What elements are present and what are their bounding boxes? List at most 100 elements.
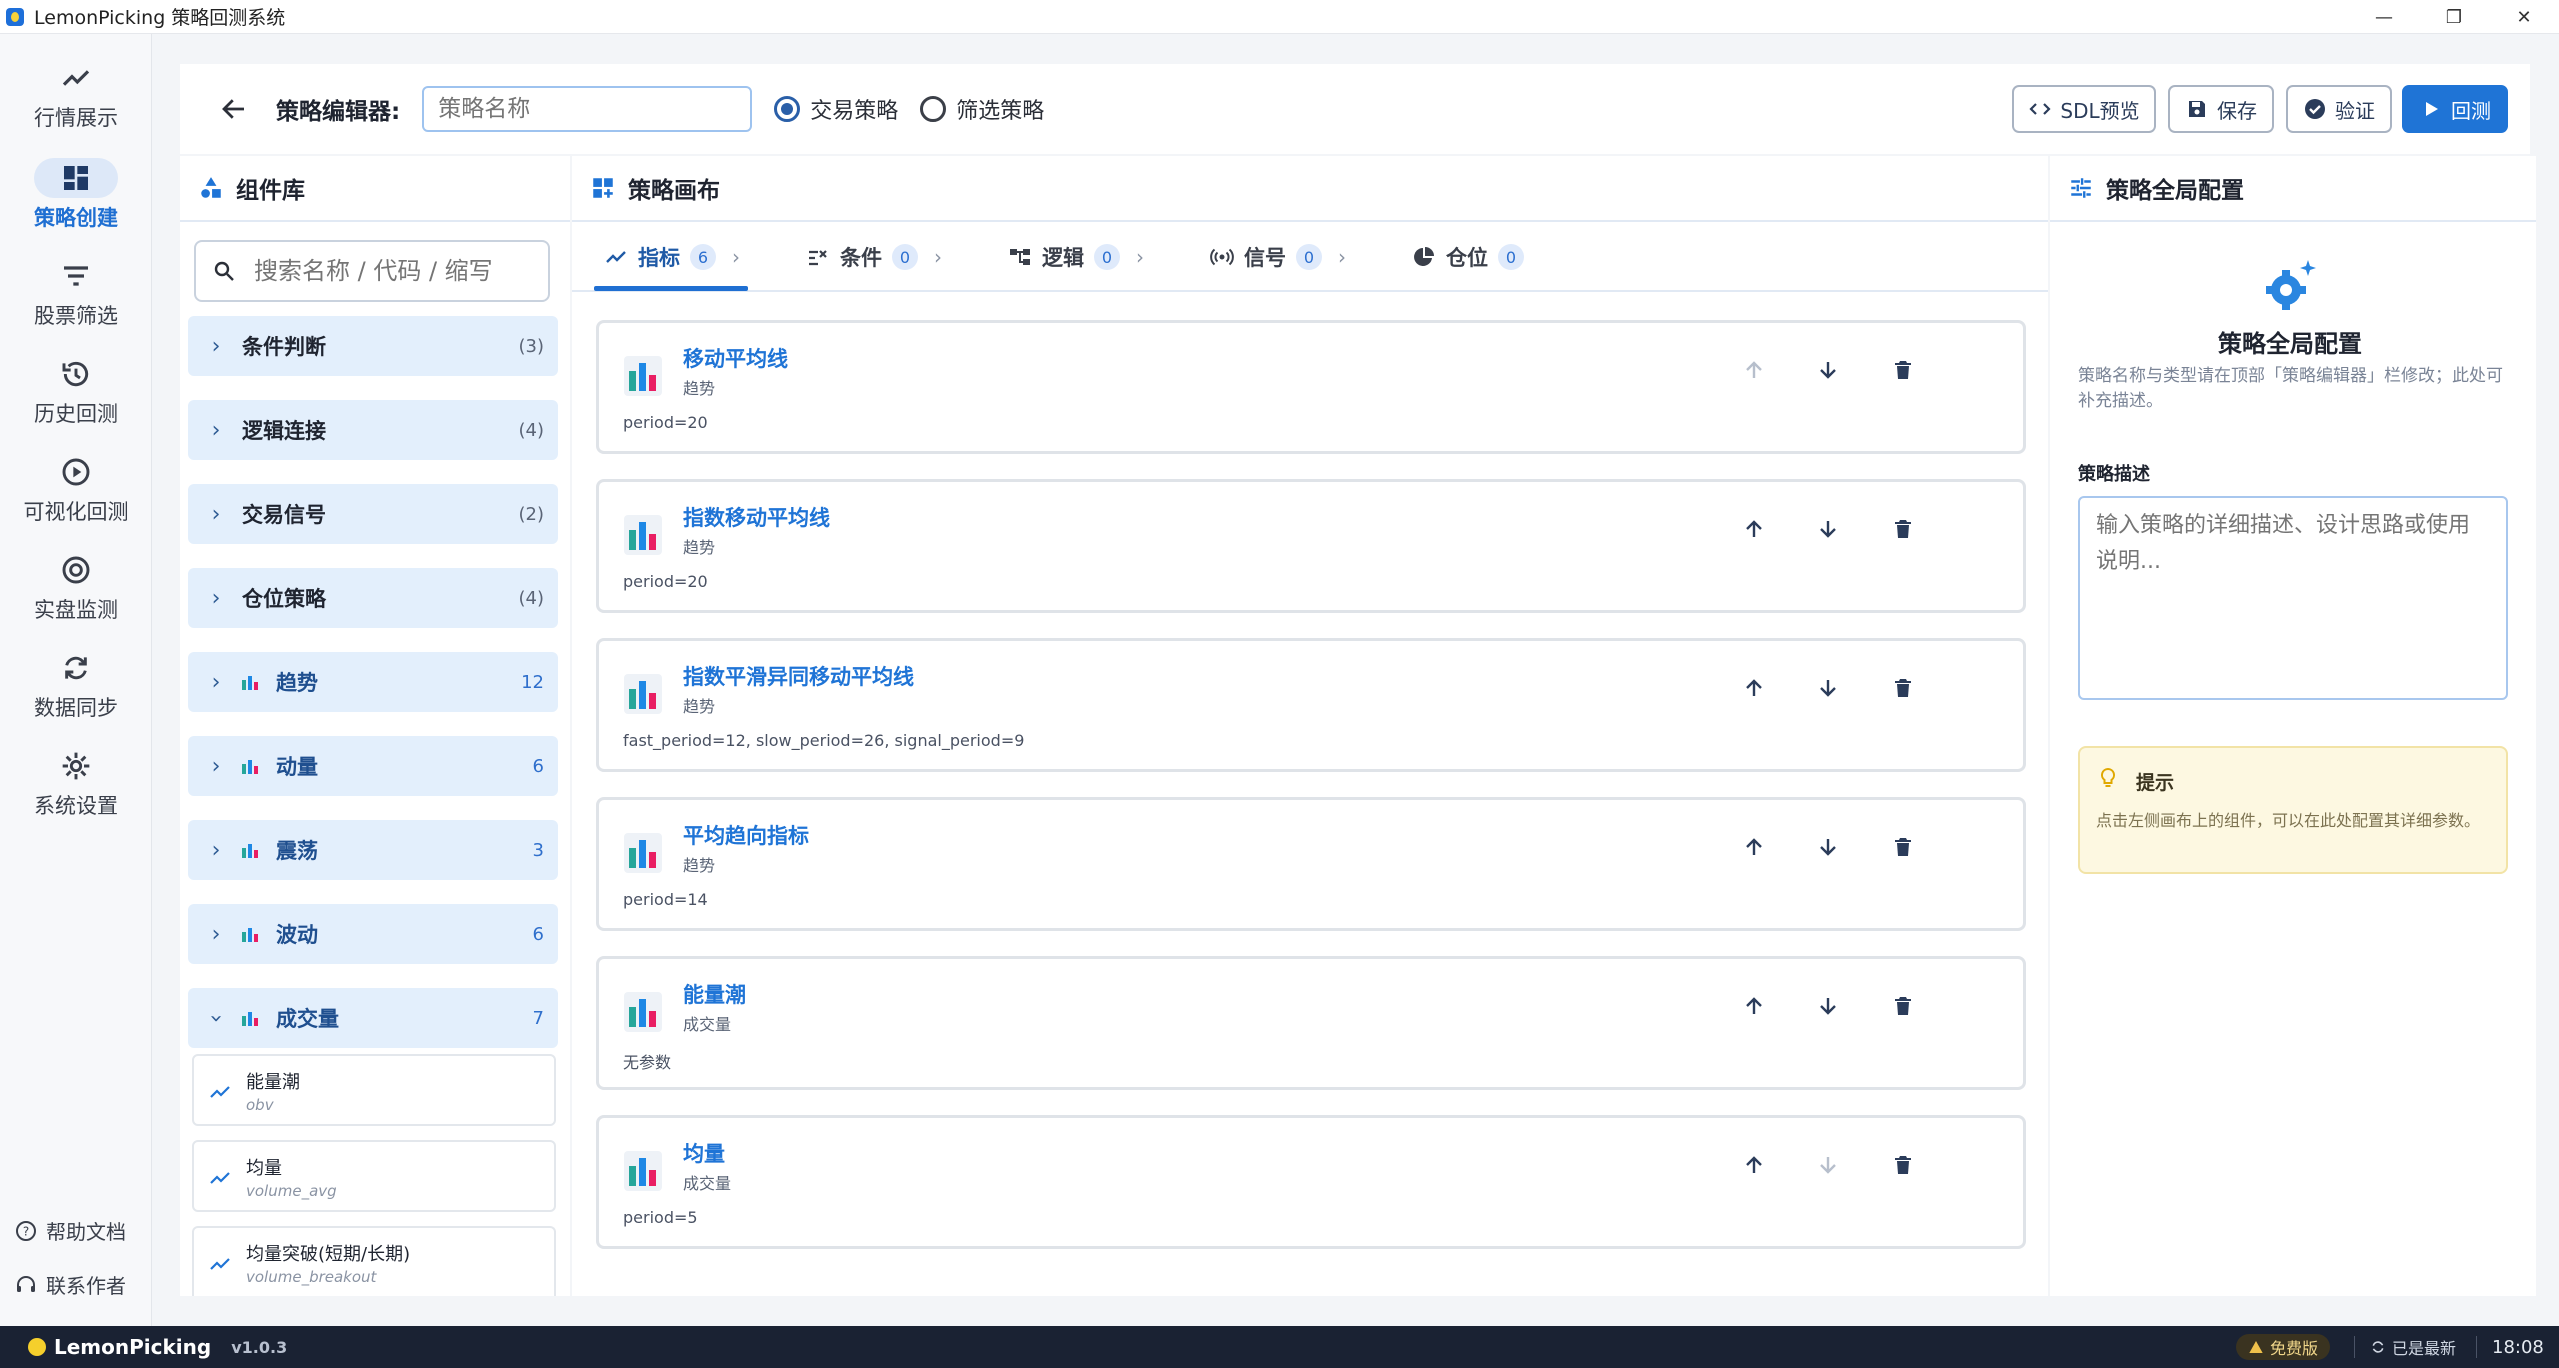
strategy-editor-header: 策略编辑器: 交易策略 筛选策略 SDL预览 保存 验证 回测: [180, 64, 2530, 154]
close-button[interactable]: ✕: [2489, 0, 2559, 34]
category-count: 3: [532, 839, 544, 861]
delete-button[interactable]: [1886, 671, 1920, 705]
indicator-card[interactable]: 移动平均线 趋势 period=20: [596, 320, 2026, 454]
move-up-button[interactable]: [1737, 671, 1771, 705]
move-up-button[interactable]: [1737, 512, 1771, 546]
verify-button[interactable]: 验证: [2286, 85, 2392, 133]
tab-signals[interactable]: 信号 0 ›: [1210, 222, 1346, 292]
category-count: 6: [532, 923, 544, 945]
lightbulb-icon: [2100, 767, 2116, 787]
category-logic[interactable]: › 逻辑连接 (4): [188, 400, 558, 460]
move-up-button[interactable]: [1737, 830, 1771, 864]
move-up-button[interactable]: [1737, 353, 1771, 387]
tab-count-badge: 0: [1296, 244, 1322, 270]
category-name: 成交量: [276, 1007, 339, 1031]
save-button[interactable]: 保存: [2168, 85, 2274, 133]
indicator-name[interactable]: 平均趋向指标: [683, 820, 809, 850]
trash-icon: [1895, 361, 1911, 379]
nav-item-live-monitor[interactable]: 实盘监测: [0, 536, 152, 626]
tab-indicators[interactable]: 指标 6 ›: [604, 222, 740, 292]
contact-author-link[interactable]: 联系作者: [14, 1270, 126, 1299]
indicator-name[interactable]: 均量: [683, 1138, 725, 1168]
back-button[interactable]: [214, 89, 254, 129]
strategy-description-input[interactable]: [2078, 496, 2508, 700]
move-down-button[interactable]: [1811, 671, 1845, 705]
app-logo-icon: [6, 7, 24, 26]
backtest-button[interactable]: 回测: [2402, 85, 2508, 133]
move-down-button[interactable]: [1811, 353, 1845, 387]
window-title: LemonPicking 策略回测系统: [34, 7, 286, 29]
broadcast-icon: [1210, 248, 1234, 266]
category-position[interactable]: › 仓位策略 (4): [188, 568, 558, 628]
contact-label: 联系作者: [46, 1274, 126, 1298]
category-volatility[interactable]: › 波动 6: [188, 904, 558, 964]
move-up-button[interactable]: [1737, 1148, 1771, 1182]
maximize-button[interactable]: ❐: [2419, 0, 2489, 34]
indicator-name[interactable]: 移动平均线: [683, 343, 788, 373]
indicator-name[interactable]: 能量潮: [683, 979, 746, 1009]
nav-item-visual-backtest[interactable]: 可视化回测: [0, 438, 152, 528]
tab-count-badge: 0: [1498, 244, 1524, 270]
move-down-button[interactable]: [1811, 830, 1845, 864]
library-item-volume-avg[interactable]: 均量 volume_avg: [192, 1140, 556, 1212]
component-search-box[interactable]: [194, 240, 550, 302]
indicator-card[interactable]: 能量潮 成交量 无参数: [596, 956, 2026, 1090]
bar-chart-icon: [624, 833, 662, 873]
indicator-name[interactable]: 指数移动平均线: [683, 502, 830, 532]
category-condition[interactable]: › 条件判断 (3): [188, 316, 558, 376]
arrow-up-icon: [1746, 520, 1762, 537]
move-down-button[interactable]: [1811, 512, 1845, 546]
delete-button[interactable]: [1886, 353, 1920, 387]
indicator-card[interactable]: 指数移动平均线 趋势 period=20: [596, 479, 2026, 613]
category-signal[interactable]: › 交易信号 (2): [188, 484, 558, 544]
strategy-name-input[interactable]: [422, 86, 753, 132]
nav-item-history[interactable]: 历史回测: [0, 340, 152, 430]
bar-chart-icon: [624, 674, 662, 714]
component-search-input[interactable]: [254, 257, 544, 285]
delete-button[interactable]: [1886, 830, 1920, 864]
category-count: 12: [521, 671, 544, 693]
sdl-preview-button[interactable]: SDL预览: [2012, 85, 2156, 133]
indicator-card[interactable]: 平均趋向指标 趋势 period=14: [596, 797, 2026, 931]
tip-title: 提示: [2136, 772, 2175, 794]
update-status[interactable]: 已是最新: [2370, 1334, 2456, 1360]
move-down-button[interactable]: [1811, 989, 1845, 1023]
category-count: 6: [532, 755, 544, 777]
item-code: volume_breakout: [246, 1268, 377, 1286]
category-oscillator[interactable]: › 震荡 3: [188, 820, 558, 880]
radio-trade-strategy[interactable]: 交易策略: [774, 93, 898, 125]
delete-button[interactable]: [1886, 989, 1920, 1023]
category-volume[interactable]: › 成交量 7: [188, 988, 558, 1048]
tab-conditions[interactable]: 条件 0 ›: [806, 222, 942, 292]
arrow-down-icon: [1820, 521, 1836, 538]
trash-icon: [1895, 997, 1911, 1015]
gear-sparkle-icon: [2266, 260, 2316, 310]
tab-position[interactable]: 仓位 0: [1412, 222, 1524, 292]
chevron-right-icon: ›: [1338, 245, 1346, 269]
minimize-button[interactable]: —: [2349, 0, 2419, 34]
move-up-button[interactable]: [1737, 989, 1771, 1023]
trend-icon: [210, 1172, 230, 1184]
delete-button[interactable]: [1886, 512, 1920, 546]
help-docs-link[interactable]: ? 帮助文档: [14, 1216, 126, 1245]
config-description: 策略名称与类型请在顶部「策略编辑器」栏修改；此处可补充描述。: [2078, 366, 2503, 411]
library-item-obv[interactable]: 能量潮 obv: [192, 1054, 556, 1126]
nav-item-screener[interactable]: 股票筛选: [0, 242, 152, 332]
library-item-volume-breakout[interactable]: 均量突破(短期/长期) volume_breakout: [192, 1226, 556, 1296]
indicator-card[interactable]: 指数平滑异同移动平均线 趋势 fast_period=12, slow_period…: [596, 638, 2026, 772]
category-trend[interactable]: › 趋势 12: [188, 652, 558, 712]
nav-item-data-sync[interactable]: 数据同步: [0, 634, 152, 724]
delete-button[interactable]: [1886, 1148, 1920, 1182]
category-momentum[interactable]: › 动量 6: [188, 736, 558, 796]
radio-filter-strategy[interactable]: 筛选策略: [920, 93, 1044, 125]
nav-item-strategy[interactable]: 策略创建: [0, 144, 152, 234]
indicator-card[interactable]: 均量 成交量 period=5: [596, 1115, 2026, 1249]
indicator-name[interactable]: 指数平滑异同移动平均线: [683, 661, 914, 691]
tab-logic[interactable]: 逻辑 0 ›: [1008, 222, 1144, 292]
global-config-panel: 策略全局配置 策略全局配置 策略名称与类型请在顶部「策略编辑器」栏修改；此处可补…: [2050, 156, 2536, 1296]
nav-item-settings[interactable]: 系统设置: [0, 732, 152, 822]
arrow-up-icon: [1746, 1156, 1762, 1173]
move-down-button[interactable]: [1811, 1148, 1845, 1182]
nav-item-market[interactable]: 行情展示: [0, 44, 152, 134]
category-count: (4): [518, 419, 545, 441]
